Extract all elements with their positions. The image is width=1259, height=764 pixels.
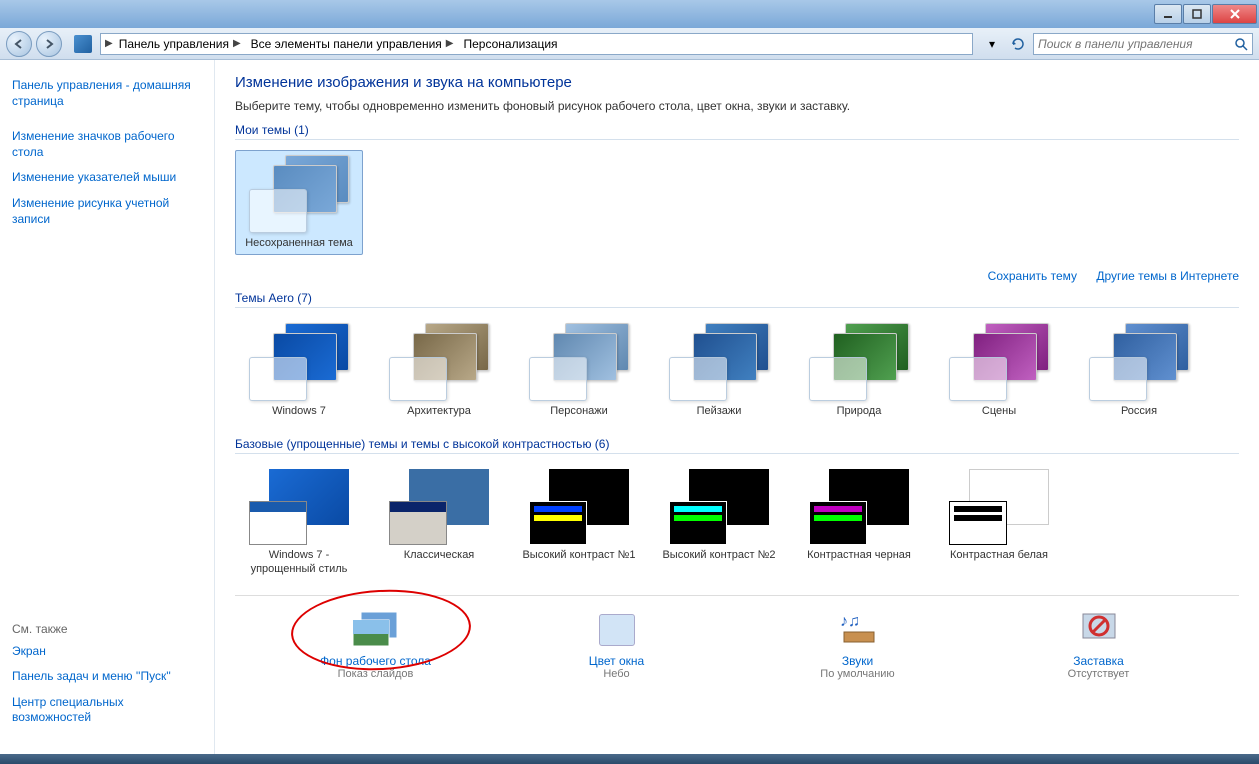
- bottom-item-subtitle: Показ слайдов: [286, 668, 466, 680]
- theme-label: Архитектура: [380, 405, 498, 418]
- theme-label: Пейзажи: [660, 405, 778, 418]
- address-icon: [74, 35, 92, 53]
- bottom-item-title: Фон рабочего стола: [286, 654, 466, 668]
- address-dropdown[interactable]: ▾: [981, 33, 1003, 55]
- sidebar-link-desktop-icons[interactable]: Изменение значков рабочего стола: [12, 129, 202, 160]
- bottom-item-title: Звуки: [768, 654, 948, 668]
- breadcrumb-item[interactable]: Персонализация: [459, 35, 561, 53]
- sidebar: Панель управления - домашняя страница Из…: [0, 60, 215, 754]
- bottom-item-saver[interactable]: Заставка Отсутствует: [1009, 610, 1189, 680]
- bottom-item-subtitle: Небо: [527, 668, 707, 680]
- section-my-themes: Мои темы (1): [235, 123, 1239, 140]
- theme-label: Природа: [800, 405, 918, 418]
- forward-button[interactable]: [36, 31, 62, 57]
- taskbar: [0, 754, 1259, 764]
- theme-item[interactable]: Контрастная черная: [795, 464, 923, 580]
- sounds-icon: ♪♫: [834, 610, 882, 650]
- theme-item[interactable]: Windows 7: [235, 318, 363, 423]
- wallpaper-icon: [352, 610, 400, 650]
- back-button[interactable]: [6, 31, 32, 57]
- content: Изменение изображения и звука на компьют…: [215, 60, 1259, 754]
- search-input[interactable]: [1038, 37, 1234, 51]
- theme-label: Классическая: [380, 549, 498, 562]
- close-button[interactable]: [1212, 4, 1257, 24]
- theme-item[interactable]: Пейзажи: [655, 318, 783, 423]
- titlebar: [0, 0, 1259, 28]
- sidebar-link-accessibility[interactable]: Центр специальных возможностей: [12, 695, 202, 726]
- theme-item[interactable]: Архитектура: [375, 318, 503, 423]
- search-box[interactable]: [1033, 33, 1253, 55]
- bottom-item-wallpaper[interactable]: Фон рабочего стола Показ слайдов: [286, 610, 466, 680]
- breadcrumb-item[interactable]: Панель управления▶: [115, 35, 245, 53]
- theme-label: Сцены: [940, 405, 1058, 418]
- theme-item[interactable]: Несохраненная тема: [235, 150, 363, 255]
- theme-label: Несохраненная тема: [240, 237, 358, 250]
- theme-label: Контрастная белая: [940, 549, 1058, 562]
- sidebar-link-taskbar[interactable]: Панель задач и меню ''Пуск'': [12, 669, 202, 685]
- sidebar-link-account-picture[interactable]: Изменение рисунка учетной записи: [12, 196, 202, 227]
- theme-item[interactable]: Природа: [795, 318, 923, 423]
- sidebar-link-mouse-pointers[interactable]: Изменение указателей мыши: [12, 170, 202, 186]
- color-icon: [593, 610, 641, 650]
- theme-item[interactable]: Персонажи: [515, 318, 643, 423]
- theme-item[interactable]: Windows 7 - упрощенный стиль: [235, 464, 363, 580]
- theme-label: Контрастная черная: [800, 549, 918, 562]
- navbar: ▶ Панель управления▶ Все элементы панели…: [0, 28, 1259, 60]
- theme-item[interactable]: Сцены: [935, 318, 1063, 423]
- minimize-button[interactable]: [1154, 4, 1182, 24]
- section-aero-themes: Темы Aero (7): [235, 291, 1239, 308]
- bottom-item-title: Цвет окна: [527, 654, 707, 668]
- theme-item[interactable]: Россия: [1075, 318, 1203, 423]
- refresh-button[interactable]: [1007, 33, 1029, 55]
- bottom-bar: Фон рабочего стола Показ слайдов Цвет ок…: [235, 595, 1239, 690]
- theme-item[interactable]: Высокий контраст №2: [655, 464, 783, 580]
- breadcrumb[interactable]: ▶ Панель управления▶ Все элементы панели…: [100, 33, 973, 55]
- bottom-item-subtitle: Отсутствует: [1009, 668, 1189, 680]
- theme-label: Персонажи: [520, 405, 638, 418]
- theme-label: Высокий контраст №1: [520, 549, 638, 562]
- bottom-item-color[interactable]: Цвет окна Небо: [527, 610, 707, 680]
- bottom-item-subtitle: По умолчанию: [768, 668, 948, 680]
- svg-text:♪♫: ♪♫: [840, 613, 860, 630]
- saver-icon: [1075, 610, 1123, 650]
- more-themes-link[interactable]: Другие темы в Интернете: [1096, 269, 1239, 283]
- bottom-item-sounds[interactable]: ♪♫ Звуки По умолчанию: [768, 610, 948, 680]
- section-my-actions: Сохранить тему Другие темы в Интернете: [235, 269, 1239, 285]
- save-theme-link[interactable]: Сохранить тему: [988, 269, 1077, 283]
- bottom-item-title: Заставка: [1009, 654, 1189, 668]
- sidebar-link-display[interactable]: Экран: [12, 644, 202, 660]
- search-icon: [1234, 37, 1248, 51]
- chevron-right-icon[interactable]: ▶: [105, 38, 113, 49]
- theme-label: Windows 7 - упрощенный стиль: [240, 549, 358, 575]
- theme-label: Россия: [1080, 405, 1198, 418]
- theme-item[interactable]: Классическая: [375, 464, 503, 580]
- theme-label: Высокий контраст №2: [660, 549, 778, 562]
- section-basic-themes: Базовые (упрощенные) темы и темы с высок…: [235, 437, 1239, 454]
- breadcrumb-item[interactable]: Все элементы панели управления▶: [247, 35, 458, 53]
- theme-item[interactable]: Контрастная белая: [935, 464, 1063, 580]
- page-description: Выберите тему, чтобы одновременно измени…: [235, 99, 1239, 113]
- theme-label: Windows 7: [240, 405, 358, 418]
- sidebar-home-link[interactable]: Панель управления - домашняя страница: [12, 78, 202, 109]
- page-title: Изменение изображения и звука на компьют…: [235, 74, 1239, 91]
- theme-item[interactable]: Высокий контраст №1: [515, 464, 643, 580]
- maximize-button[interactable]: [1183, 4, 1211, 24]
- see-also-header: См. также: [12, 622, 202, 636]
